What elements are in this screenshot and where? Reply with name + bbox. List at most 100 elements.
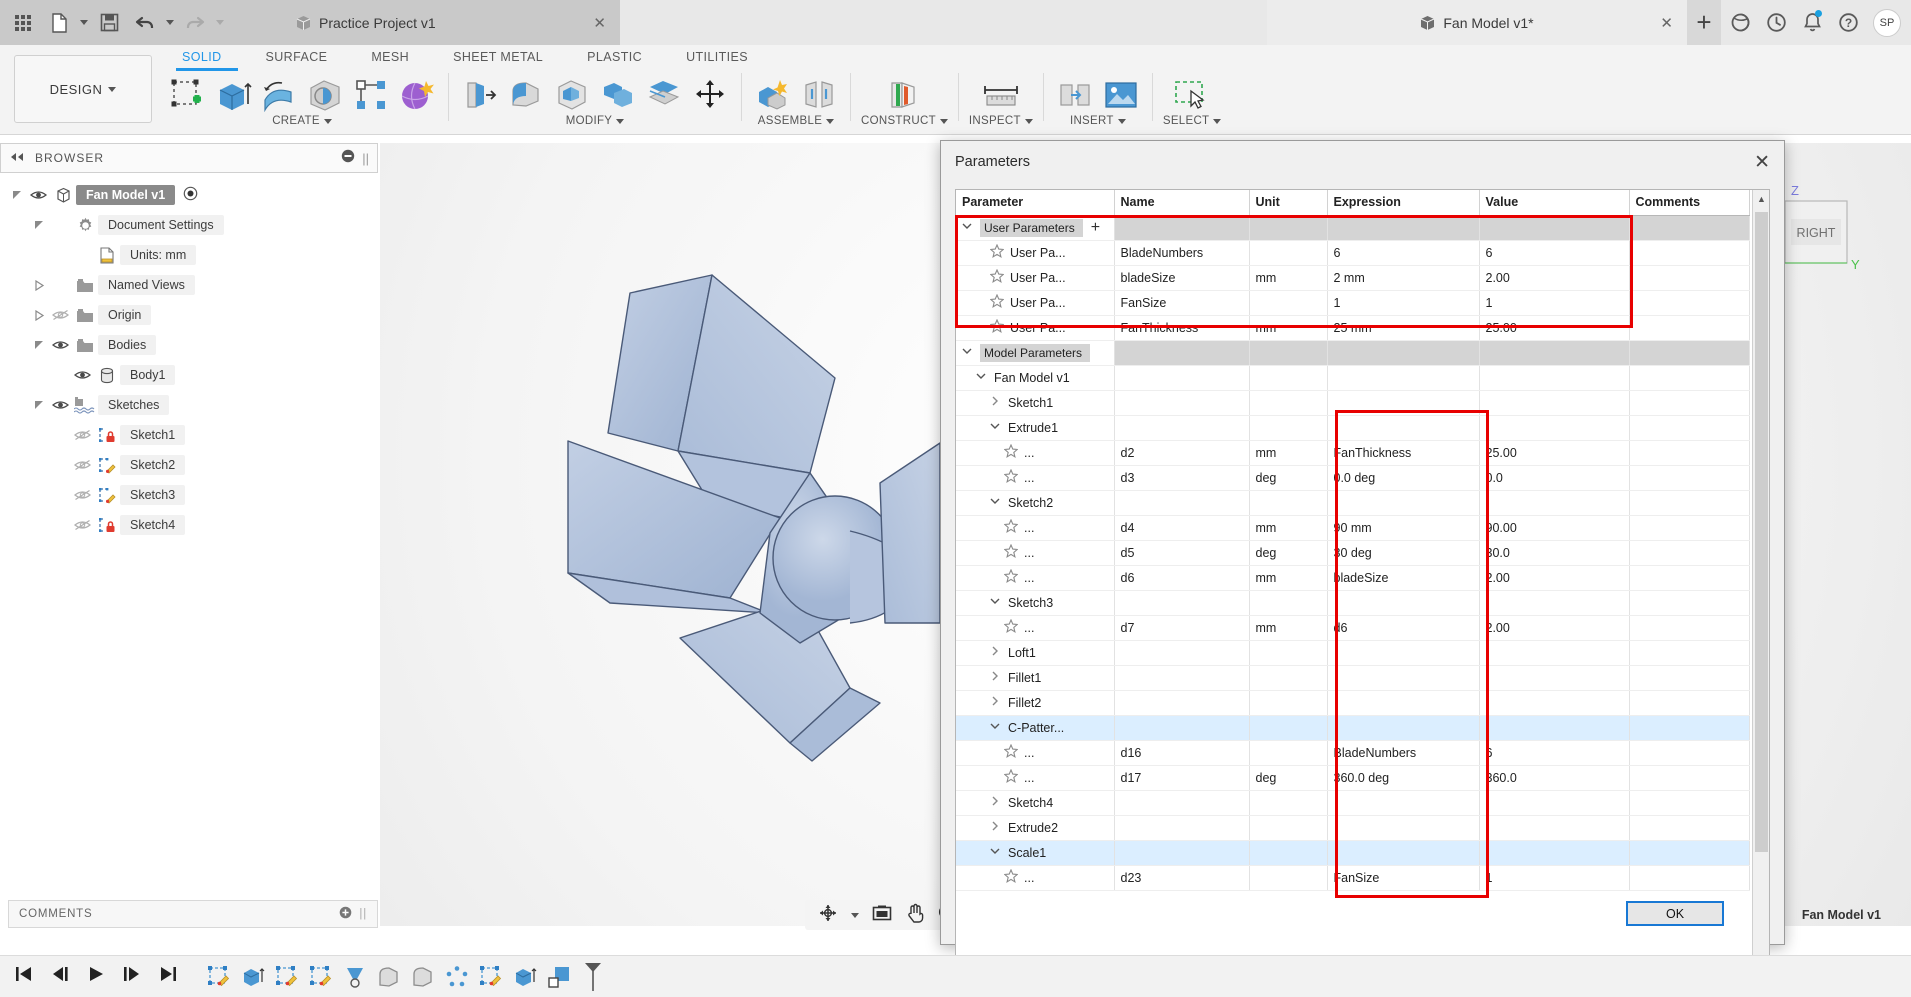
cell-expression[interactable] <box>1327 640 1480 666</box>
close-icon[interactable]: ✕ <box>1754 151 1770 174</box>
table-row-extrude1[interactable]: Extrude1 <box>956 415 1750 441</box>
apps-grid-icon[interactable] <box>8 8 38 38</box>
column-header-name[interactable]: Name <box>1114 190 1250 216</box>
ribbon-group-create-label[interactable]: CREATE <box>272 115 332 127</box>
cell-expression[interactable] <box>1327 215 1480 241</box>
table-row-d6[interactable]: ... d6 mm bladeSize 2.00 <box>956 565 1750 591</box>
cell-comments[interactable] <box>1629 390 1750 416</box>
parameters-dialog[interactable]: Parameters ✕ Parameter Name Unit Express… <box>940 140 1785 997</box>
cell-name[interactable]: FanThickness <box>1114 315 1250 341</box>
chevron-right-icon[interactable] <box>990 646 1002 659</box>
chevron-right-icon[interactable] <box>990 696 1002 709</box>
cell-expression[interactable] <box>1327 340 1480 366</box>
cell-unit[interactable]: deg <box>1249 540 1328 566</box>
cell-name[interactable]: d4 <box>1114 515 1250 541</box>
add-tab-icon[interactable]: + <box>1687 0 1721 45</box>
table-row-d16[interactable]: ... d16 BladeNumbers 6 <box>956 740 1750 766</box>
cell-comments[interactable] <box>1629 540 1750 566</box>
timeline-fillet1-icon[interactable] <box>376 964 402 990</box>
cell-name[interactable] <box>1114 690 1250 716</box>
cell-unit[interactable] <box>1249 340 1328 366</box>
cell-expression[interactable] <box>1327 415 1480 441</box>
insert-image-icon[interactable] <box>1100 74 1142 116</box>
browser-item-sketches[interactable]: Sketches <box>8 390 378 420</box>
cell-comments[interactable] <box>1629 465 1750 491</box>
joint-icon[interactable] <box>798 74 840 116</box>
extensions-icon[interactable] <box>1723 0 1757 45</box>
comments-resize-handle[interactable]: || <box>359 908 367 920</box>
chevron-down-icon[interactable] <box>990 721 1002 734</box>
visibility-toggle-icon[interactable] <box>70 459 94 471</box>
cell-name[interactable]: FanSize <box>1114 290 1250 316</box>
cell-comments[interactable] <box>1629 365 1750 391</box>
cell-value[interactable]: 25.00 <box>1479 315 1630 341</box>
cell-name[interactable]: d23 <box>1114 865 1250 891</box>
cell-unit[interactable] <box>1249 490 1328 516</box>
cell-expression[interactable]: d6 <box>1327 615 1480 641</box>
pan-icon[interactable] <box>905 902 925 928</box>
table-row-sketch4[interactable]: Sketch4 <box>956 790 1750 816</box>
visibility-toggle-icon[interactable] <box>70 489 94 501</box>
column-header-value[interactable]: Value <box>1479 190 1630 216</box>
tab-plastic[interactable]: PLASTIC <box>565 48 664 66</box>
cell-comments[interactable] <box>1629 415 1750 441</box>
cell-expression[interactable]: 360.0 deg <box>1327 765 1480 791</box>
add-user-parameter-icon[interactable]: + <box>1091 219 1100 237</box>
cell-name[interactable] <box>1114 815 1250 841</box>
cell-name[interactable] <box>1114 665 1250 691</box>
combine-icon[interactable] <box>597 74 639 116</box>
cell-comments[interactable] <box>1629 665 1750 691</box>
cell-comments[interactable] <box>1629 815 1750 841</box>
browser-item-document-settings[interactable]: Document Settings <box>8 210 378 240</box>
cell-name[interactable]: d5 <box>1114 540 1250 566</box>
cell-value[interactable] <box>1479 815 1630 841</box>
table-row-fillet2[interactable]: Fillet2 <box>956 690 1750 716</box>
chevron-right-icon[interactable] <box>990 396 1002 409</box>
table-row-fanthickness[interactable]: User Pa... FanThickness mm 25 mm 25.00 <box>956 315 1750 341</box>
cell-expression[interactable]: 30 deg <box>1327 540 1480 566</box>
cell-value[interactable] <box>1479 390 1630 416</box>
undo-dropdown-caret[interactable] <box>166 20 174 25</box>
cell-comments[interactable] <box>1629 640 1750 666</box>
column-header-comments[interactable]: Comments <box>1629 190 1750 216</box>
cell-value[interactable]: 2.00 <box>1479 265 1630 291</box>
timeline-sketch2-icon[interactable] <box>274 964 300 990</box>
cell-comments[interactable] <box>1629 240 1750 266</box>
scroll-up-icon[interactable]: ▲ <box>1753 190 1769 208</box>
cell-expression[interactable] <box>1327 790 1480 816</box>
cell-value[interactable] <box>1479 490 1630 516</box>
create-form-icon[interactable] <box>396 74 438 116</box>
cell-value[interactable]: 6 <box>1479 740 1630 766</box>
cell-name[interactable] <box>1114 340 1250 366</box>
chevron-down-icon[interactable] <box>962 346 974 359</box>
cell-expression[interactable] <box>1327 815 1480 841</box>
orbit-icon[interactable] <box>817 903 839 928</box>
chevron-down-icon[interactable] <box>990 596 1002 609</box>
timeline-fillet2-icon[interactable] <box>410 964 436 990</box>
activate-component-radio[interactable] <box>183 186 198 204</box>
shell-icon[interactable] <box>551 74 593 116</box>
cell-expression[interactable] <box>1327 665 1480 691</box>
cell-unit[interactable] <box>1249 590 1328 616</box>
cell-unit[interactable] <box>1249 365 1328 391</box>
table-row-bladesize[interactable]: User Pa... bladeSize mm 2 mm 2.00 <box>956 265 1750 291</box>
select-icon[interactable] <box>1171 74 1213 116</box>
cell-name[interactable]: d6 <box>1114 565 1250 591</box>
table-row-sketch2[interactable]: Sketch2 <box>956 490 1750 516</box>
cell-value[interactable] <box>1479 690 1630 716</box>
expander-collapse-icon[interactable] <box>30 400 48 411</box>
browser-item-units-mm[interactable]: Units: mm <box>8 240 378 270</box>
favorite-star-icon[interactable] <box>1003 543 1019 561</box>
browser-item-origin[interactable]: Origin <box>8 300 378 330</box>
ribbon-group-insert-label[interactable]: INSERT <box>1070 115 1126 127</box>
cell-value[interactable] <box>1479 590 1630 616</box>
cell-name[interactable] <box>1114 215 1250 241</box>
cell-value[interactable]: 90.00 <box>1479 515 1630 541</box>
chevron-down-icon[interactable] <box>976 371 988 384</box>
ribbon-group-select-label[interactable]: SELECT <box>1163 115 1222 127</box>
help-icon[interactable]: ? <box>1831 0 1865 45</box>
table-row-bladenumbers[interactable]: User Pa... BladeNumbers 6 6 <box>956 240 1750 266</box>
table-row-sketch3[interactable]: Sketch3 <box>956 590 1750 616</box>
cell-name[interactable]: bladeSize <box>1114 265 1250 291</box>
timeline-loft1-icon[interactable] <box>342 964 368 990</box>
